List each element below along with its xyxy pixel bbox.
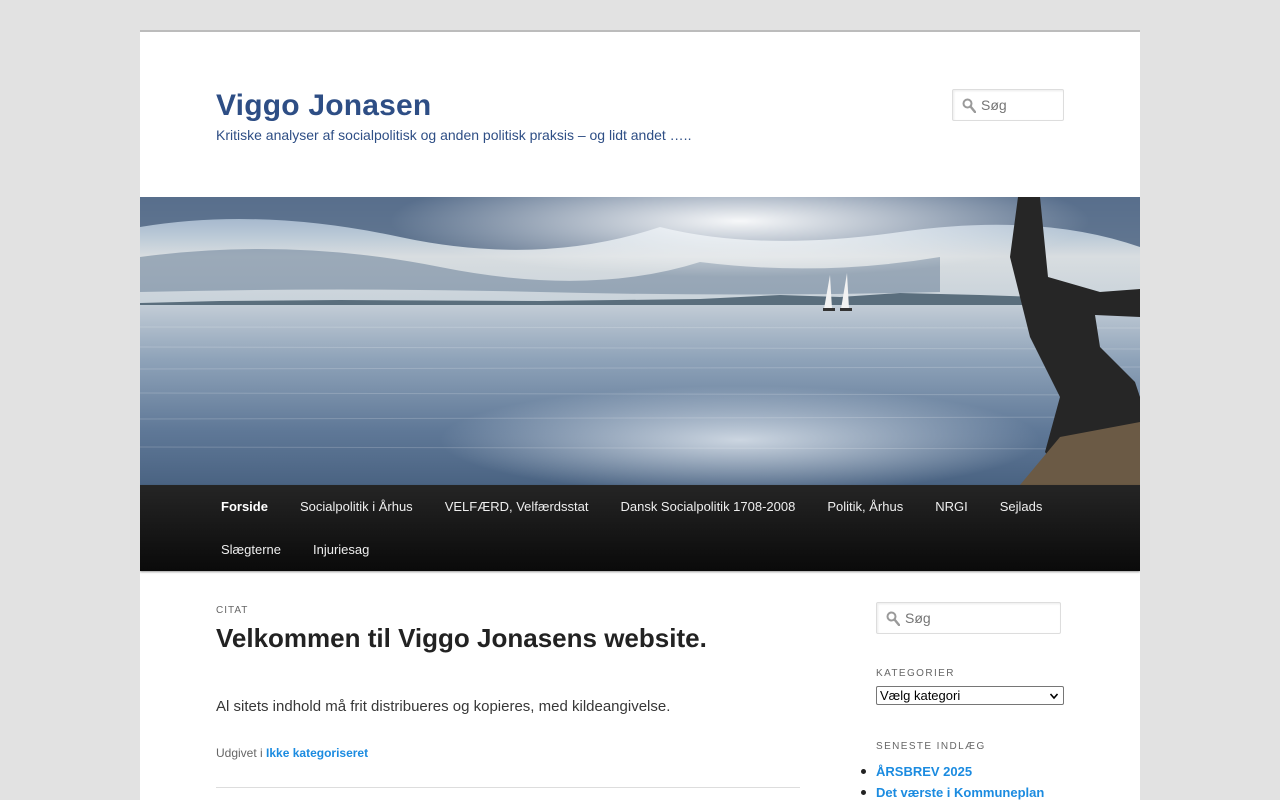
nav-item-slægterne[interactable]: Slægterne (205, 528, 297, 571)
site-title[interactable]: Viggo Jonasen (216, 88, 431, 124)
entry-title[interactable]: Velkommen til Viggo Jonasens website. (216, 622, 800, 654)
entry-separator (216, 787, 800, 788)
nav-item-sejlads[interactable]: Sejlads (984, 485, 1059, 528)
main-navigation: Forside Socialpolitik i Århus VELFÆRD, Vel… (140, 485, 1140, 571)
header-search-input[interactable] (981, 90, 1059, 120)
recent-post-item: Det værste i Kommuneplan (861, 782, 1096, 800)
search-icon (962, 98, 976, 113)
recent-post-item: ÅRSBREV 2025 (861, 761, 1096, 782)
search-icon (886, 611, 900, 626)
entry-meta: Udgivet i Ikke kategoriseret (216, 745, 800, 761)
header-image[interactable] (140, 197, 1140, 485)
nav-item-politik-århus[interactable]: Politik, Århus (811, 485, 919, 528)
entry-format[interactable]: Citat (216, 605, 800, 617)
recent-posts-widget-title: Seneste indlæg (876, 741, 986, 752)
recent-posts-list: ÅRSBREV 2025 Det værste i Kommuneplan (861, 761, 1096, 800)
sidebar-search-form[interactable] (876, 602, 1061, 634)
site-description: Kritiske analyser af socialpolitisk og a… (216, 127, 692, 143)
categories-widget-title: Kategorier (876, 668, 955, 679)
nav-item-velfærd-velfærdsstat[interactable]: VELFÆRD, Velfærdsstat (429, 485, 605, 528)
recent-post-link[interactable]: Det værste i Kommuneplan (876, 785, 1044, 800)
nav-item-nrgi[interactable]: NRGI (919, 485, 984, 528)
page: Viggo Jonasen Kritiske analyser af socia… (140, 30, 1140, 800)
sidebar-search-input[interactable] (905, 603, 1056, 633)
entry-category-link[interactable]: Ikke kategoriseret (266, 746, 368, 760)
main-content: Citat Velkommen til Viggo Jonasens websi… (216, 605, 800, 788)
lake-photo (140, 197, 1140, 485)
recent-post-link[interactable]: ÅRSBREV 2025 (876, 764, 972, 779)
category-select[interactable]: Vælg kategori (876, 686, 1064, 705)
chevron-down-icon (1050, 693, 1058, 700)
nav-item-injuriesag[interactable]: Injuriesag (297, 528, 385, 571)
nav-item-forside[interactable]: Forside (205, 485, 284, 528)
nav-item-socialpolitik-i-århus[interactable]: Socialpolitik i Århus (284, 485, 429, 528)
entry-body: Al sitets indhold må frit distribueres o… (216, 698, 671, 715)
category-select-value: Vælg kategori (880, 688, 961, 703)
header-search-form[interactable] (952, 89, 1064, 121)
entry-meta-prefix: Udgivet i (216, 746, 263, 760)
nav-item-dansk-socialpolitik-1708-2008[interactable]: Dansk Socialpolitik 1708-2008 (604, 485, 811, 528)
